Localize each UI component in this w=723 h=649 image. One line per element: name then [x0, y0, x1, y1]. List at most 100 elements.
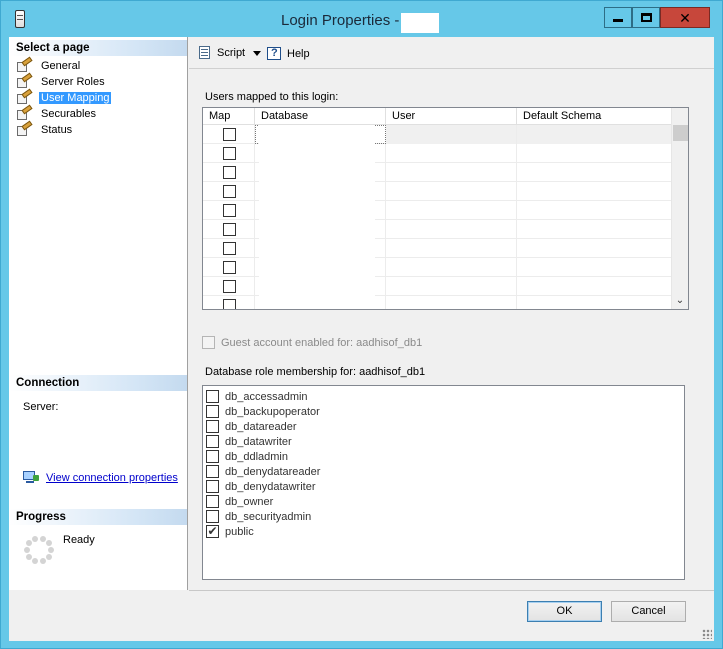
role-checkbox[interactable]: [206, 420, 219, 433]
nav-item-label: Server Roles: [41, 76, 105, 88]
scroll-down-arrow-icon[interactable]: ⌄: [672, 293, 688, 309]
role-label: db_denydatawriter: [225, 480, 316, 493]
toolbar: Script ? Help: [189, 37, 714, 69]
close-button[interactable]: ✕: [660, 7, 710, 28]
redacted-database-names: [259, 125, 375, 309]
help-button[interactable]: ? Help: [267, 46, 310, 61]
script-button[interactable]: Script: [197, 46, 262, 60]
role-checkbox[interactable]: [206, 480, 219, 493]
connection-link-text[interactable]: View connection properties: [46, 472, 178, 484]
map-checkbox[interactable]: [223, 166, 236, 179]
role-item-db-backupoperator[interactable]: db_backupoperator: [206, 404, 320, 419]
guest-account-checkbox: [202, 336, 215, 349]
default-schema-cell[interactable]: [517, 182, 672, 201]
default-schema-cell[interactable]: [517, 163, 672, 182]
role-item-db-securityadmin[interactable]: db_securityadmin: [206, 509, 311, 524]
map-checkbox[interactable]: [223, 299, 236, 309]
users-mapped-grid[interactable]: Map Database User Default Schema ⌄: [202, 107, 689, 310]
role-checkbox[interactable]: [206, 510, 219, 523]
role-membership-list[interactable]: db_accessadmin db_backupoperator db_datare…: [202, 385, 685, 580]
connection-properties-icon: [23, 471, 39, 484]
column-header-database[interactable]: Database: [255, 108, 386, 125]
role-checkbox[interactable]: [206, 390, 219, 403]
role-item-db-denydatareader[interactable]: db_denydatareader: [206, 464, 320, 479]
dialog-client-area: Select a page General Server Roles User Ma…: [9, 37, 714, 641]
role-label: db_ddladmin: [225, 450, 288, 463]
progress-spinner-icon: [23, 534, 55, 566]
role-label: db_denydatareader: [225, 465, 321, 478]
default-schema-cell[interactable]: [517, 296, 672, 309]
user-cell[interactable]: [386, 144, 517, 163]
page-properties-icon: [16, 88, 33, 105]
close-icon: ✕: [679, 9, 691, 26]
default-schema-cell[interactable]: [517, 258, 672, 277]
nav-item-label: Securables: [41, 108, 97, 120]
role-item-db-denydatawriter[interactable]: db_denydatawriter: [206, 479, 316, 494]
user-cell[interactable]: [386, 201, 517, 220]
map-checkbox[interactable]: [223, 280, 236, 293]
view-connection-properties-link[interactable]: View connection properties: [23, 471, 178, 484]
column-header-map[interactable]: Map: [203, 108, 255, 125]
role-label: db_datareader: [225, 420, 297, 433]
guest-account-label: Guest account enabled for: aadhisof_db1: [221, 336, 423, 349]
users-mapped-label: Users mapped to this login:: [205, 91, 339, 103]
minimize-button[interactable]: [604, 7, 632, 28]
map-checkbox[interactable]: [223, 242, 236, 255]
map-checkbox[interactable]: [223, 128, 236, 141]
default-schema-cell[interactable]: [517, 220, 672, 239]
map-checkbox[interactable]: [223, 223, 236, 236]
grid-vertical-scrollbar[interactable]: ⌄: [671, 108, 688, 309]
nav-item-label: User Mapping: [39, 92, 112, 104]
user-cell[interactable]: [386, 125, 517, 144]
user-cell[interactable]: [386, 258, 517, 277]
nav-item-user-mapping[interactable]: User Mapping: [16, 88, 112, 106]
script-dropdown-arrow-icon[interactable]: [253, 50, 262, 56]
resize-grip[interactable]: [702, 629, 712, 639]
map-checkbox[interactable]: [223, 204, 236, 217]
default-schema-cell[interactable]: [517, 239, 672, 258]
scrollbar-thumb[interactable]: [673, 125, 688, 141]
role-item-db-datareader[interactable]: db_datareader: [206, 419, 297, 434]
default-schema-cell[interactable]: [517, 144, 672, 163]
default-schema-cell[interactable]: [517, 201, 672, 220]
help-icon: ?: [267, 46, 283, 61]
role-item-db-ddladmin[interactable]: db_ddladmin: [206, 449, 288, 464]
column-header-user[interactable]: User: [386, 108, 517, 125]
login-properties-window: Login Properties - ✕ Select a page Gener…: [0, 0, 723, 649]
select-page-header: Select a page: [9, 40, 187, 56]
title-bar[interactable]: Login Properties - ✕: [1, 1, 722, 37]
user-cell[interactable]: [386, 220, 517, 239]
user-cell[interactable]: [386, 239, 517, 258]
map-checkbox[interactable]: [223, 147, 236, 160]
user-cell[interactable]: [386, 163, 517, 182]
role-item-db-owner[interactable]: db_owner: [206, 494, 273, 509]
maximize-button[interactable]: [632, 7, 660, 28]
ok-button[interactable]: OK: [527, 601, 602, 622]
role-checkbox[interactable]: [206, 435, 219, 448]
nav-item-general[interactable]: General: [16, 56, 82, 74]
user-cell[interactable]: [386, 296, 517, 309]
map-checkbox[interactable]: [223, 185, 236, 198]
role-checkbox[interactable]: [206, 495, 219, 508]
nav-item-label: General: [41, 60, 81, 72]
grid-header: Map Database User Default Schema: [203, 108, 672, 125]
column-header-default-schema[interactable]: Default Schema: [517, 108, 672, 125]
nav-item-securables[interactable]: Securables: [16, 104, 98, 122]
user-cell[interactable]: [386, 182, 517, 201]
nav-item-label: Status: [41, 124, 73, 136]
role-item-public[interactable]: ✔ public: [206, 524, 254, 539]
user-cell[interactable]: [386, 277, 517, 296]
redacted-login-name: [401, 13, 439, 33]
role-item-db-accessadmin[interactable]: db_accessadmin: [206, 389, 308, 404]
default-schema-cell[interactable]: [517, 277, 672, 296]
map-checkbox[interactable]: [223, 261, 236, 274]
default-schema-cell[interactable]: [517, 125, 672, 144]
cancel-button[interactable]: Cancel: [611, 601, 686, 622]
progress-status: Ready: [63, 534, 95, 546]
role-checkbox[interactable]: ✔: [206, 525, 219, 538]
role-checkbox[interactable]: [206, 465, 219, 478]
role-checkbox[interactable]: [206, 450, 219, 463]
role-checkbox[interactable]: [206, 405, 219, 418]
nav-item-status[interactable]: Status: [16, 120, 74, 138]
role-item-db-datawriter[interactable]: db_datawriter: [206, 434, 292, 449]
